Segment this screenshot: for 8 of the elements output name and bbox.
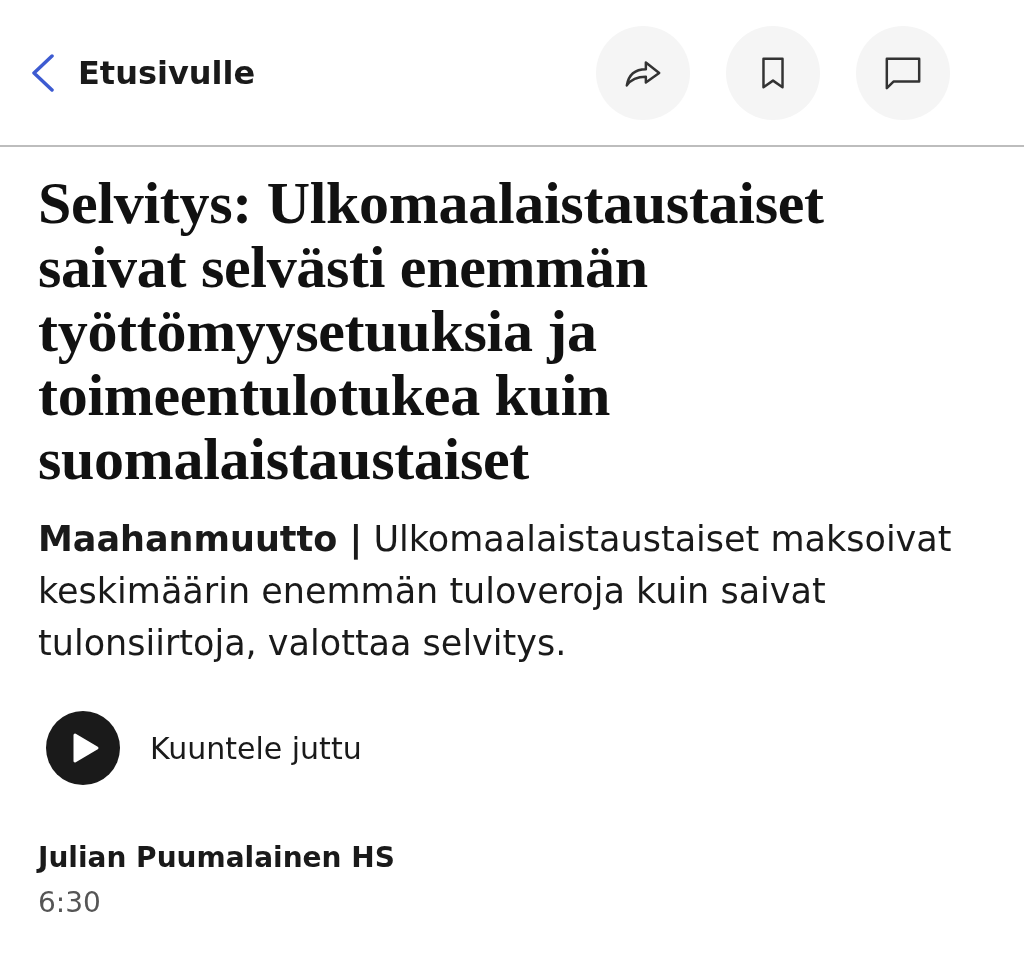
author-name: Julian Puumalainen HS (38, 841, 396, 874)
play-icon (46, 711, 120, 785)
back-link[interactable]: Etusivulle (30, 53, 256, 92)
article-lede: Maahanmuutto | Ulkomaalaistaustaiset maksoivat keskimäärin enemmän tuloveroja kuin saivat tulonsiirtoja, valottaa selvitys. (38, 518, 953, 665)
article-headline: Selvitys: Ulkomaalaistaustaiset saivat selvästi enemmän työttömyysetuuksia ja toimeentulotukea kuin suomalaistaustaiset (38, 171, 825, 491)
listen-button[interactable]: Kuuntele juttu (46, 711, 362, 785)
back-chevron-icon (30, 53, 56, 92)
publish-time: 6:30 (38, 886, 102, 919)
